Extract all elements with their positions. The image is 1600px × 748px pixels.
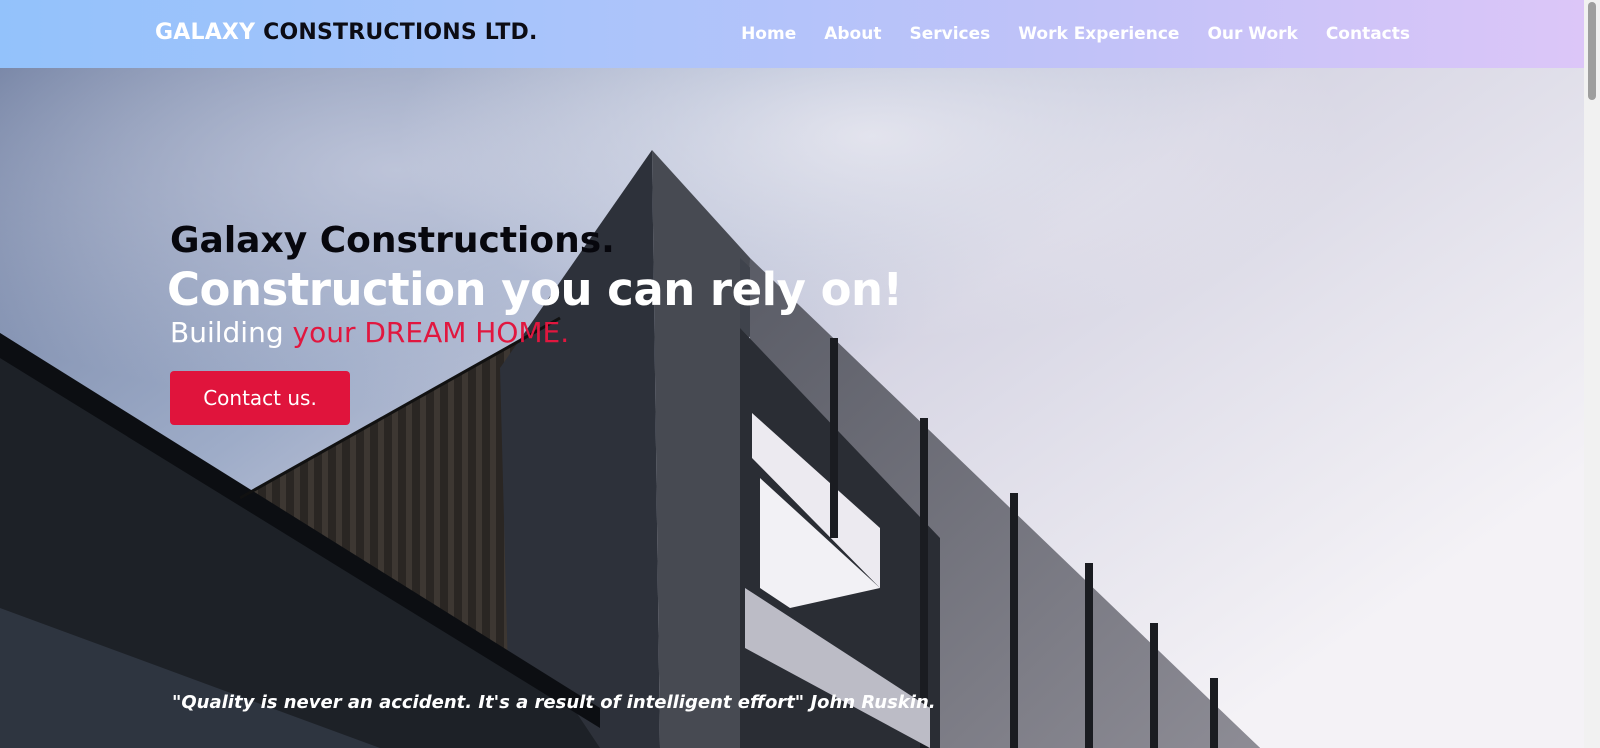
- hero-content: Galaxy Constructions. Construction you c…: [167, 220, 903, 425]
- brand-name-part2: CONSTRUCTIONS LTD.: [263, 20, 538, 45]
- hero-quote: "Quality is never an accident. It's a re…: [172, 692, 936, 713]
- vertical-scrollbar[interactable]: [1584, 0, 1600, 748]
- contact-us-button[interactable]: Contact us.: [170, 371, 350, 425]
- nav-link-services[interactable]: Services: [909, 24, 990, 44]
- navbar: GALAXY CONSTRUCTIONS LTD. Home About Ser…: [0, 0, 1584, 68]
- brand-name-part1: GALAXY: [155, 20, 256, 45]
- nav-link-about[interactable]: About: [824, 24, 881, 44]
- scrollbar-thumb[interactable]: [1588, 2, 1596, 100]
- hero-section: Galaxy Constructions. Construction you c…: [0, 68, 1584, 748]
- nav-menu: Home About Services Work Experience Our …: [741, 24, 1410, 44]
- nav-link-work-experience[interactable]: Work Experience: [1018, 24, 1179, 44]
- hero-subtitle-lead: Building: [170, 316, 293, 349]
- nav-link-our-work[interactable]: Our Work: [1207, 24, 1297, 44]
- nav-link-home[interactable]: Home: [741, 24, 796, 44]
- nav-link-contacts[interactable]: Contacts: [1326, 24, 1410, 44]
- hero-subtitle-accent: your DREAM HOME.: [292, 316, 570, 349]
- hero-title: Galaxy Constructions.: [170, 220, 615, 261]
- hero-tagline: Construction you can rely on!: [167, 263, 903, 316]
- hero-subtitle: Building your DREAM HOME.: [170, 316, 903, 349]
- brand-logo[interactable]: GALAXY CONSTRUCTIONS LTD.: [155, 20, 538, 45]
